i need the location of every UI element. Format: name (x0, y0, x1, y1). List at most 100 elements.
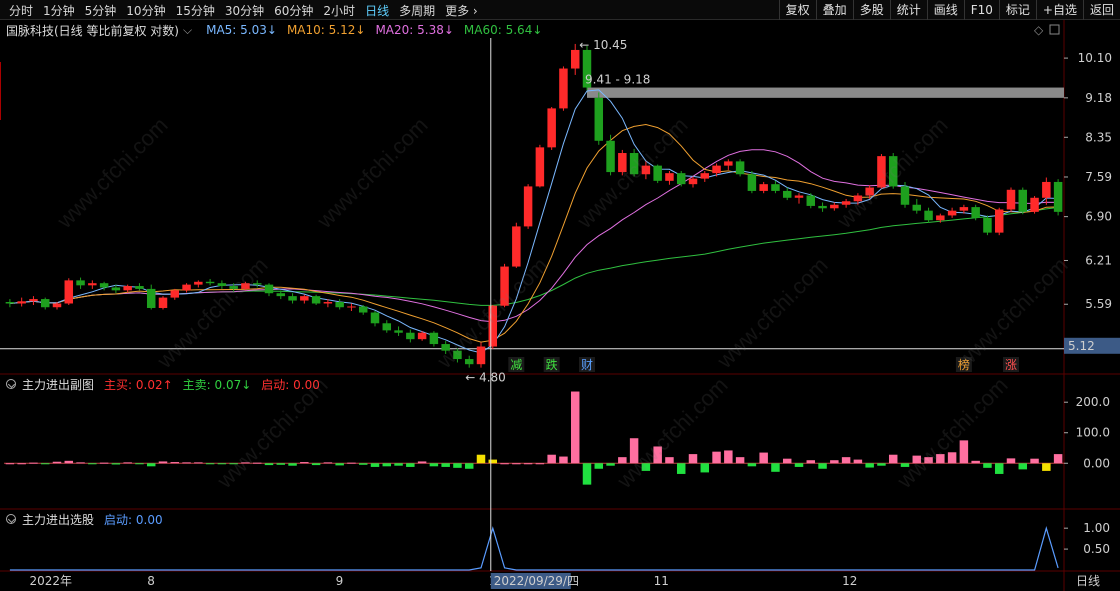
flow-bar (547, 454, 556, 464)
candle-body (347, 306, 356, 308)
arrow-down-icon: ↓ (266, 23, 277, 37)
flow-bar (111, 463, 121, 465)
event-tag: 榜 (958, 357, 970, 372)
candle-body (653, 165, 662, 181)
settings-icon[interactable] (6, 379, 16, 389)
candle-body (771, 184, 780, 191)
candle-body (158, 297, 168, 308)
settings-icon[interactable] (6, 514, 16, 524)
candle-body (1042, 181, 1051, 198)
flow-bar (606, 463, 615, 466)
candle-body (476, 346, 486, 365)
arrow-down-icon: ↓ (355, 23, 366, 37)
flow-bar (900, 463, 910, 467)
ma5-line (9, 89, 1059, 354)
stock-chart[interactable]: ← 10.45 ← 4.80 9.41 - 9.18 减 跌 财 榜 涨 10.10 9.18 8.… (0, 0, 1120, 591)
y-tick-label: 6.90 (1085, 210, 1112, 224)
flow-bar (794, 463, 804, 467)
ma-legend-items: MA5: 5.03↓ MA10: 5.12↓ MA20: 5.38↓ MA60: 5.… (196, 23, 542, 37)
candle-body (241, 283, 250, 289)
y-tick-label: 6.21 (1085, 253, 1112, 267)
x-tick-label: 8 (147, 574, 155, 588)
flow-bar (241, 462, 250, 464)
flow-bar (370, 463, 380, 467)
candle-body (936, 215, 945, 221)
event-tag: 涨 (1005, 357, 1017, 372)
flow-bar (877, 463, 886, 466)
flow-bar (1053, 454, 1063, 464)
candle-body (252, 283, 262, 285)
candle-body (205, 281, 215, 284)
dropdown-chevron-icon[interactable]: ⌵ (183, 23, 192, 38)
flow-bar (17, 463, 26, 465)
price-gap-band (587, 87, 1064, 98)
flow-bar (441, 463, 450, 467)
candle-body (735, 161, 745, 175)
flow-bar (523, 463, 533, 465)
candle-body (276, 293, 286, 297)
flow-bar (194, 462, 203, 464)
candle-body (641, 165, 651, 175)
legend-item: 主买: 0.02 (104, 377, 163, 392)
candle-body (194, 281, 203, 285)
candle-body (29, 299, 38, 302)
flow-bar (182, 462, 191, 464)
flow-bar (994, 463, 1004, 474)
candle-body (841, 201, 851, 205)
flow-bar (841, 457, 851, 464)
flow-bar (959, 440, 969, 464)
candle-body (394, 330, 403, 333)
candle-body (865, 187, 874, 196)
sub1-title: 主力进出副图 (22, 377, 95, 392)
flow-bar (924, 457, 933, 464)
flow-bar (76, 462, 85, 464)
candle-body (900, 186, 910, 205)
flow-bar (983, 463, 992, 468)
candle-body (806, 195, 816, 206)
flow-bar (936, 454, 945, 464)
high-price-label: ← 10.45 (579, 38, 627, 52)
flow-bar (1006, 458, 1016, 464)
candle-body (300, 296, 309, 301)
flow-bar (170, 462, 180, 464)
flow-bar (276, 463, 286, 465)
candle-body (676, 173, 686, 185)
flow-bar (123, 462, 132, 464)
flow-bar (676, 463, 686, 474)
candle-body (535, 147, 545, 187)
candle-body (5, 302, 15, 304)
candle-body (264, 284, 274, 294)
flow-bar (358, 463, 368, 465)
flow-bar (476, 454, 486, 464)
flow-bar (394, 463, 403, 466)
candle-body (782, 190, 792, 198)
flow-bar (818, 463, 827, 469)
y-tick-label: 8.35 (1085, 130, 1112, 144)
flow-bar (735, 457, 745, 464)
flow-bar (971, 460, 980, 464)
flow-bar (700, 463, 710, 473)
flow-bar (158, 461, 168, 464)
flow-bar (570, 391, 580, 464)
flow-bar (500, 463, 509, 465)
flow-bar (912, 455, 922, 464)
flow-bar (52, 461, 62, 464)
flow-bar (724, 450, 733, 464)
candle-body (52, 303, 62, 308)
flow-bar (747, 463, 757, 467)
stock-title: 国脉科技(日线 等比前复权 对数) (6, 23, 179, 38)
legend-item: 主卖: 0.07 (182, 377, 242, 392)
candle-body (311, 296, 321, 304)
candle-body (453, 350, 462, 360)
flow-bar (335, 463, 344, 466)
flow-bar (512, 463, 521, 465)
flow-bar (1030, 458, 1039, 464)
candle-body (217, 283, 227, 287)
candle-body (794, 195, 804, 198)
legend-item: MA20: 5.38 (375, 23, 444, 37)
candle-body (618, 153, 627, 173)
x-tick-label: 9 (336, 574, 344, 588)
candle-body (818, 205, 827, 209)
crosshair-date-label: 2022/09/29/四 (494, 574, 579, 588)
event-tag: 跌 (546, 357, 558, 372)
